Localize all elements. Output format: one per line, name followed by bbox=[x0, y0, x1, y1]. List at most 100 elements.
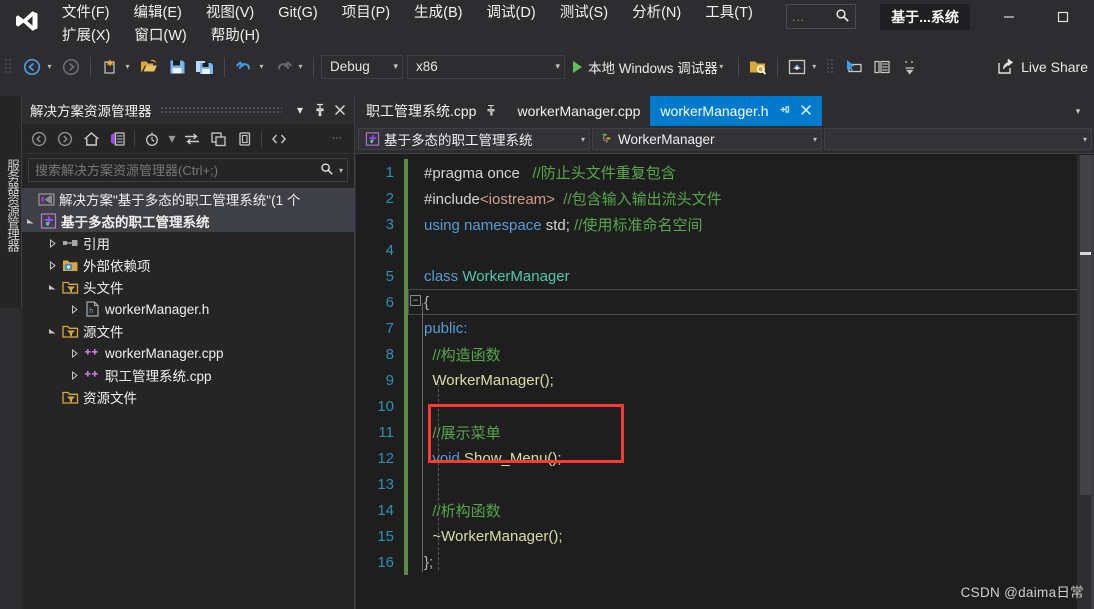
fold-collapse-glyph-icon[interactable]: − bbox=[410, 295, 421, 306]
open-file-icon[interactable] bbox=[136, 54, 162, 80]
home-dropdown-icon[interactable]: ▾ bbox=[809, 54, 820, 80]
code-editor-surface[interactable]: 1 #pragma once //防止头文件重复包含 2 #include<iostr… bbox=[356, 155, 1094, 609]
code-line[interactable]: 11 //展示菜单 bbox=[356, 419, 1094, 445]
tree-node-references[interactable]: 引用 bbox=[22, 232, 354, 254]
twisty-collapsed-icon[interactable] bbox=[66, 342, 82, 364]
twisty-expanded-icon[interactable] bbox=[44, 320, 60, 342]
show-all-files-icon[interactable] bbox=[266, 127, 292, 151]
new-project-icon[interactable] bbox=[97, 54, 123, 80]
tree-node-header-files-folder[interactable]: 头文件 bbox=[22, 276, 354, 298]
code-text[interactable]: //析构函数 bbox=[408, 500, 1094, 521]
code-text[interactable]: //展示菜单 bbox=[408, 422, 1094, 443]
menu-item-test[interactable]: 测试(S) bbox=[550, 3, 618, 24]
code-text[interactable]: using namespace std; //使用标准命名空间 bbox=[408, 214, 1094, 235]
close-icon[interactable] bbox=[330, 99, 350, 121]
chevron-down-icon[interactable]: ▾ bbox=[165, 127, 179, 151]
forward-icon[interactable] bbox=[52, 127, 78, 151]
home-icon[interactable] bbox=[784, 54, 810, 80]
code-line[interactable]: 12 void Show_Menu(); bbox=[356, 445, 1094, 471]
code-line[interactable]: 13 bbox=[356, 471, 1094, 497]
redo-dropdown-icon[interactable]: ▾ bbox=[295, 54, 306, 80]
code-line[interactable]: 1 #pragma once //防止头文件重复包含 bbox=[356, 159, 1094, 185]
sort-icon[interactable] bbox=[897, 54, 923, 80]
code-line[interactable]: 8 //构造函数 bbox=[356, 341, 1094, 367]
solution-platform-combo[interactable]: x86 ▾ bbox=[407, 54, 565, 79]
minimize-button[interactable] bbox=[986, 4, 1032, 30]
editor-tab-main-cpp[interactable]: 职工管理系统.cpp bbox=[356, 96, 507, 126]
menu-item-help[interactable]: 帮助(H) bbox=[201, 26, 270, 47]
navbar-type-combo[interactable]: WorkerManager ▾ bbox=[592, 128, 822, 150]
code-line[interactable]: 10 bbox=[356, 393, 1094, 419]
pin-icon[interactable] bbox=[486, 104, 497, 119]
editor-vertical-scrollbar[interactable] bbox=[1077, 155, 1094, 609]
save-all-icon[interactable] bbox=[192, 54, 218, 80]
tree-node-source-files-folder[interactable]: 源文件 bbox=[22, 320, 354, 342]
code-text[interactable]: WorkerManager(); bbox=[408, 372, 1094, 389]
back-icon[interactable] bbox=[26, 127, 52, 151]
code-line[interactable]: 4 bbox=[356, 237, 1094, 263]
properties-window-icon[interactable] bbox=[869, 54, 895, 80]
code-line[interactable]: 14 //析构函数 bbox=[356, 497, 1094, 523]
redo-icon[interactable] bbox=[270, 54, 296, 80]
start-debugging-button[interactable]: 本地 Windows 调试器 ▾ bbox=[567, 54, 733, 80]
menu-item-analyze[interactable]: 分析(N) bbox=[622, 3, 691, 24]
overflow-icon[interactable]: ⋯ bbox=[324, 127, 350, 151]
code-text[interactable]: }; bbox=[408, 554, 1094, 571]
live-share-button[interactable]: Live Share bbox=[990, 54, 1094, 80]
code-line[interactable]: 3 using namespace std; //使用标准命名空间 bbox=[356, 211, 1094, 237]
menu-item-edit[interactable]: 编辑(E) bbox=[124, 3, 192, 24]
navigate-back-dropdown-icon[interactable]: ▾ bbox=[44, 54, 55, 80]
undo-dropdown-icon[interactable]: ▾ bbox=[256, 54, 267, 80]
panel-drag-handle[interactable] bbox=[159, 105, 282, 115]
menu-item-window[interactable]: 窗口(W) bbox=[124, 26, 196, 47]
refresh-icon[interactable] bbox=[179, 127, 205, 151]
solution-explorer-search[interactable]: ▾ bbox=[28, 158, 348, 182]
menu-item-extensions[interactable]: 扩展(X) bbox=[52, 26, 120, 47]
new-project-dropdown-icon[interactable]: ▾ bbox=[122, 54, 133, 80]
save-icon[interactable] bbox=[164, 54, 190, 80]
pin-icon[interactable] bbox=[310, 99, 330, 121]
server-explorer-dock-tab[interactable]: 服务器资源管理器 bbox=[0, 96, 22, 308]
toolbar-grip-handle-2[interactable] bbox=[826, 57, 840, 77]
twisty-collapsed-icon[interactable] bbox=[44, 232, 60, 254]
home-icon[interactable] bbox=[78, 127, 104, 151]
editor-tab-workermanager-cpp[interactable]: workerManager.cpp bbox=[507, 96, 650, 126]
code-line[interactable]: 5 class WorkerManager bbox=[356, 263, 1094, 289]
menu-item-project[interactable]: 项目(P) bbox=[332, 3, 400, 24]
code-line[interactable]: 2 #include<iostream> //包含输入输出流头文件 bbox=[356, 185, 1094, 211]
tree-node-project[interactable]: 基于多态的职工管理系统 bbox=[22, 210, 354, 232]
code-text[interactable]: public: bbox=[408, 320, 1094, 337]
sync-with-active-doc-icon[interactable] bbox=[104, 127, 130, 151]
close-icon[interactable] bbox=[800, 104, 812, 119]
chevron-down-icon[interactable]: ▾ bbox=[336, 166, 343, 175]
code-text[interactable]: class WorkerManager bbox=[408, 268, 1094, 285]
twisty-expanded-icon[interactable] bbox=[22, 210, 38, 232]
code-text[interactable]: ~WorkerManager(); bbox=[408, 528, 1094, 545]
menu-item-debug[interactable]: 调试(D) bbox=[477, 3, 546, 24]
solution-configuration-combo[interactable]: Debug ▾ bbox=[321, 54, 403, 79]
tree-node-solution[interactable]: 解决方案"基于多态的职工管理系统"(1 个 bbox=[22, 188, 354, 210]
code-line[interactable]: 7 public: bbox=[356, 315, 1094, 341]
tree-node-workermanager-cpp[interactable]: workerManager.cpp bbox=[22, 342, 354, 364]
menu-item-file[interactable]: 文件(F) bbox=[52, 3, 120, 24]
toolbar-grip-handle[interactable] bbox=[4, 57, 18, 77]
menu-item-git[interactable]: Git(G) bbox=[268, 3, 327, 24]
code-text[interactable]: #pragma once //防止头文件重复包含 bbox=[408, 162, 1094, 183]
code-text[interactable]: //构造函数 bbox=[408, 344, 1094, 365]
tab-overflow-chevron-down-icon[interactable]: ▾ bbox=[1066, 96, 1090, 126]
maximize-button[interactable] bbox=[1040, 4, 1086, 30]
tree-node-resource-files-folder[interactable]: 资源文件 bbox=[22, 386, 354, 408]
tree-node-external-dependencies[interactable]: 外部依赖项 bbox=[22, 254, 354, 276]
code-line[interactable]: 9 WorkerManager(); bbox=[356, 367, 1094, 393]
editor-tab-workermanager-h[interactable]: workerManager.h bbox=[650, 96, 822, 126]
code-text[interactable]: { bbox=[408, 294, 1094, 311]
navbar-member-combo[interactable]: ▾ bbox=[824, 128, 1092, 150]
menu-item-tools[interactable]: 工具(T) bbox=[695, 3, 763, 24]
code-line[interactable]: 6{ bbox=[356, 289, 1094, 315]
twisty-collapsed-icon[interactable] bbox=[44, 254, 60, 276]
code-text[interactable]: void Show_Menu(); bbox=[408, 450, 1094, 467]
properties-icon[interactable] bbox=[231, 127, 257, 151]
scrollbar-thumb[interactable] bbox=[1080, 155, 1091, 495]
menu-item-build[interactable]: 生成(B) bbox=[404, 3, 472, 24]
chevron-down-icon[interactable]: ▾ bbox=[290, 99, 310, 121]
